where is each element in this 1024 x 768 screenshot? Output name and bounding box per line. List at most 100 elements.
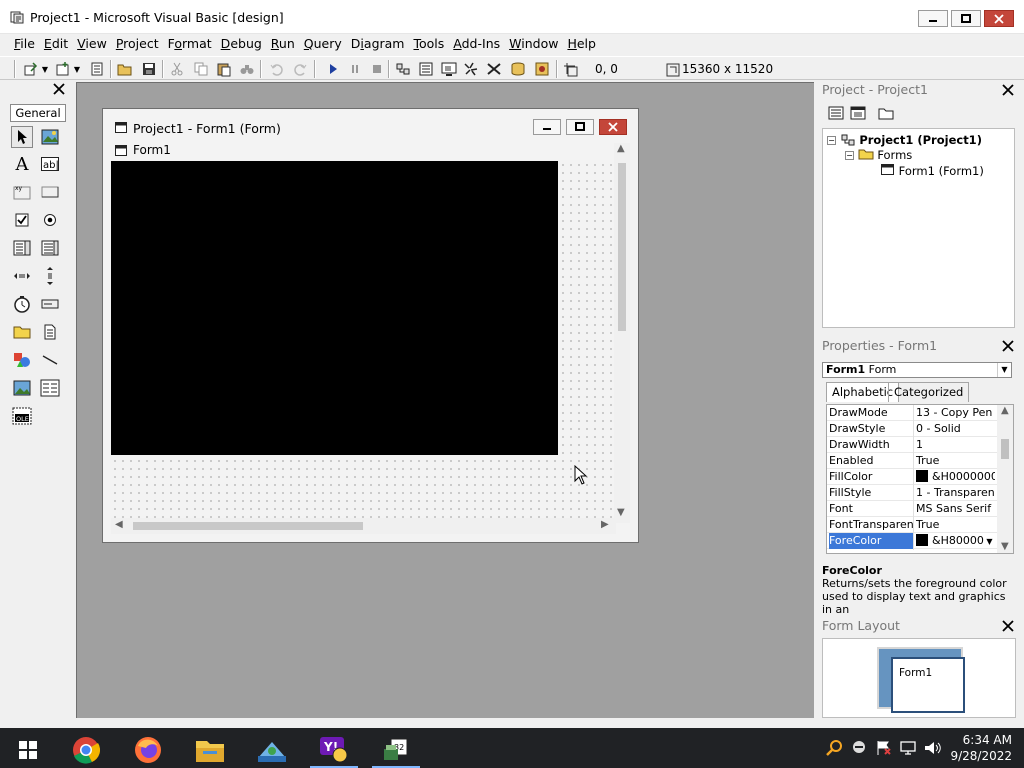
break-button[interactable] xyxy=(346,60,364,78)
visual-component-manager-button[interactable] xyxy=(533,60,551,78)
property-value[interactable]: True xyxy=(913,517,995,533)
project-explorer-button[interactable] xyxy=(394,60,412,78)
find-button[interactable] xyxy=(238,60,256,78)
close-icon[interactable] xyxy=(1002,620,1014,632)
system-clock[interactable]: 6:34 AM 9/28/2022 xyxy=(950,732,1012,764)
menu-editor-button[interactable] xyxy=(88,60,106,78)
commandbutton-tool[interactable] xyxy=(39,181,61,203)
redo-button[interactable] xyxy=(291,60,309,78)
designer-horizontal-scrollbar[interactable]: ◀ ▶ xyxy=(111,518,616,534)
property-row[interactable]: DrawWidth 1 xyxy=(827,437,997,453)
property-row[interactable]: FillStyle 1 - Transparent xyxy=(827,485,997,501)
property-value[interactable]: True xyxy=(913,453,995,469)
menu-tools[interactable]: Tools xyxy=(409,34,448,54)
open-project-button[interactable] xyxy=(116,60,134,78)
end-button[interactable] xyxy=(368,60,386,78)
form-position-preview[interactable]: Form1 xyxy=(891,657,965,713)
close-icon[interactable] xyxy=(1002,340,1014,352)
firefox-taskbar-button[interactable] xyxy=(124,732,172,768)
form-layout-button[interactable] xyxy=(440,60,458,78)
menu-file[interactable]: File xyxy=(10,34,39,54)
yahoo-messenger-taskbar-button[interactable]: Y! xyxy=(310,732,358,768)
ole-tool[interactable]: OLE xyxy=(11,405,33,427)
view-code-icon[interactable] xyxy=(828,106,844,120)
property-value[interactable]: 13 - Copy Pen xyxy=(913,405,995,421)
image-tool[interactable] xyxy=(11,377,33,399)
property-row[interactable]: ForeColor &H80000 ▼ xyxy=(827,533,997,550)
view-object-icon[interactable] xyxy=(850,106,866,120)
menu-format[interactable]: Format xyxy=(164,34,216,54)
label-tool[interactable]: A xyxy=(11,153,33,175)
action-center-flag-icon[interactable] xyxy=(876,740,892,756)
start-button[interactable] xyxy=(4,732,52,768)
property-value[interactable]: MS Sans Serif xyxy=(913,501,995,517)
chrome-taskbar-button[interactable] xyxy=(62,732,110,768)
picturebox-tool[interactable] xyxy=(39,126,61,148)
data-view-button[interactable] xyxy=(509,60,527,78)
close-icon[interactable] xyxy=(52,82,66,96)
emoji-icon[interactable] xyxy=(852,740,866,754)
property-row[interactable]: DrawMode 13 - Copy Pen xyxy=(827,405,997,421)
menu-addins[interactable]: Add-Ins xyxy=(449,34,504,54)
close-button[interactable] xyxy=(984,10,1014,27)
toggle-folders-icon[interactable] xyxy=(878,106,894,120)
listbox-tool[interactable] xyxy=(39,237,61,259)
menu-diagram[interactable]: Diagram xyxy=(347,34,409,54)
scroll-right-icon[interactable]: ▶ xyxy=(601,519,609,530)
frame-tool[interactable]: xy xyxy=(11,181,33,203)
network-icon[interactable] xyxy=(900,740,916,756)
scroll-thumb[interactable] xyxy=(1001,439,1009,459)
designer-vertical-scrollbar[interactable]: ▲ ▼ xyxy=(614,143,630,523)
paste-button[interactable] xyxy=(215,60,233,78)
add-form-button[interactable] xyxy=(54,60,72,78)
form-design-surface[interactable] xyxy=(111,161,616,530)
copy-button[interactable] xyxy=(192,60,210,78)
vscrollbar-tool[interactable] xyxy=(39,265,61,287)
drivelistbox-tool[interactable] xyxy=(39,293,61,315)
control-panel-taskbar-button[interactable] xyxy=(248,732,296,768)
property-grid-scrollbar[interactable]: ▲ ▼ xyxy=(997,405,1013,553)
tree-node-form1[interactable]: Form1 (Form1) xyxy=(881,164,984,178)
scroll-down-icon[interactable]: ▼ xyxy=(617,507,625,518)
textbox-tool[interactable]: ab| xyxy=(39,153,61,175)
cut-button[interactable] xyxy=(168,60,186,78)
menu-help[interactable]: Help xyxy=(563,34,600,54)
object-selector[interactable]: Form1 Form ▼ xyxy=(822,362,1012,378)
hscrollbar-tool[interactable] xyxy=(11,265,33,287)
pointer-tool[interactable] xyxy=(11,126,33,148)
timer-tool[interactable] xyxy=(11,293,33,315)
property-value[interactable]: &H00000000 xyxy=(913,469,995,485)
optionbutton-tool[interactable] xyxy=(39,209,61,231)
menu-project[interactable]: Project xyxy=(112,34,163,54)
volume-icon[interactable] xyxy=(924,740,942,756)
maximize-button[interactable] xyxy=(951,10,981,27)
add-project-button[interactable] xyxy=(22,60,40,78)
property-value[interactable]: &H80000 ▼ xyxy=(913,533,995,550)
filelistbox-tool[interactable] xyxy=(39,321,61,343)
tree-node-forms-folder[interactable]: − Forms xyxy=(845,148,912,162)
object-browser-button[interactable] xyxy=(462,60,480,78)
property-value[interactable]: 1 xyxy=(913,437,995,453)
properties-window-button[interactable] xyxy=(417,60,435,78)
checkbox-tool[interactable] xyxy=(11,209,33,231)
dirlistbox-tool[interactable] xyxy=(11,321,33,343)
combobox-tool[interactable] xyxy=(11,237,33,259)
toolbox-tab-general[interactable]: General xyxy=(10,104,66,122)
data-tool[interactable] xyxy=(39,377,61,399)
scroll-left-icon[interactable]: ◀ xyxy=(115,519,123,530)
designer-minimize-button[interactable] xyxy=(533,119,561,135)
minimize-button[interactable] xyxy=(918,10,948,27)
designer-maximize-button[interactable] xyxy=(566,119,594,135)
scroll-down-icon[interactable]: ▼ xyxy=(1001,541,1009,552)
dropdown-arrow-icon[interactable]: ▼ xyxy=(984,537,992,546)
collapse-icon[interactable]: − xyxy=(845,151,854,160)
toolbox-button[interactable] xyxy=(485,60,503,78)
dropdown-arrow-icon[interactable]: ▼ xyxy=(40,60,50,78)
shape-tool[interactable] xyxy=(11,349,33,371)
property-value[interactable]: 1 - Transparent xyxy=(913,485,995,501)
menu-window[interactable]: Window xyxy=(505,34,562,54)
black-picture-control[interactable] xyxy=(111,161,558,455)
close-icon[interactable] xyxy=(1002,84,1014,96)
undo-button[interactable] xyxy=(268,60,286,78)
menu-run[interactable]: Run xyxy=(267,34,299,54)
